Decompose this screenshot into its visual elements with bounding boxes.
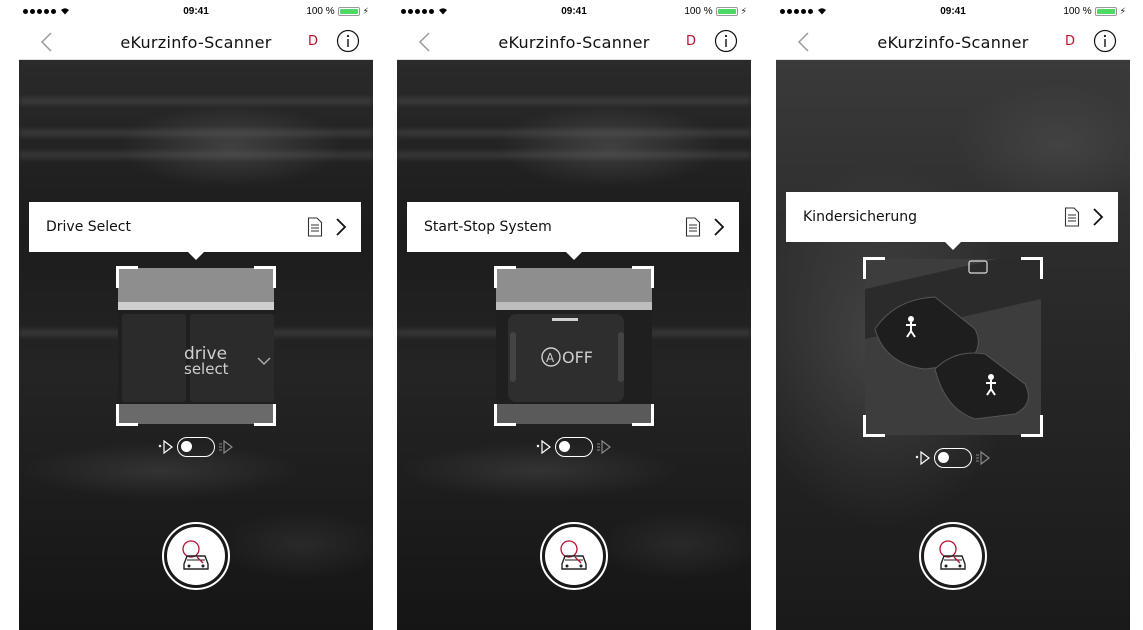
scan-preview-image: A OFF	[496, 268, 652, 424]
flash-on-icon	[219, 439, 233, 455]
scan-button[interactable]	[919, 522, 987, 590]
car-scan-icon	[939, 540, 966, 570]
nav-title: eKurzinfo-Scanner	[120, 33, 272, 52]
flash-toggle-row	[19, 436, 373, 458]
language-button[interactable]: D	[1065, 34, 1075, 49]
battery-percent: 100 %	[306, 6, 335, 17]
status-bar: 09:41 100 % ⚡	[397, 0, 751, 26]
chevron-right-icon[interactable]	[713, 217, 725, 237]
scan-button[interactable]	[162, 522, 230, 590]
popup-label: Kindersicherung	[803, 209, 917, 225]
battery-percent: 100 %	[684, 6, 713, 17]
nav-title: eKurzinfo-Scanner	[498, 33, 650, 52]
info-icon[interactable]	[1093, 29, 1117, 53]
svg-text:A: A	[546, 351, 555, 365]
phone-screen-drive-select: 09:41 100 % ⚡ eKurzinfo-Scanner D Drive …	[19, 0, 373, 630]
nav-bar: eKurzinfo-Scanner D	[19, 26, 373, 60]
scan-button[interactable]	[540, 522, 608, 590]
status-bar: 09:41 100 % ⚡	[776, 0, 1130, 26]
flash-on-icon	[597, 439, 611, 455]
document-icon[interactable]	[685, 217, 701, 237]
chevron-right-icon[interactable]	[1092, 207, 1104, 227]
flash-toggle-row	[397, 436, 751, 458]
document-icon[interactable]	[307, 217, 323, 237]
camera-view: Start-Stop System A OFF	[397, 60, 751, 630]
scan-preview-image: drive select	[118, 268, 274, 424]
scan-text-off: OFF	[562, 348, 593, 367]
scan-frame: drive select	[116, 266, 276, 426]
battery-icon	[715, 7, 738, 16]
flash-toggle[interactable]	[555, 437, 593, 457]
chevron-right-icon[interactable]	[335, 217, 347, 237]
nav-bar: eKurzinfo-Scanner D	[397, 26, 751, 60]
battery-status: 100 % ⚡	[684, 6, 747, 17]
phone-screen-kindersicherung: 09:41 100 % ⚡ eKurzinfo-Scanner D Kinder…	[776, 0, 1130, 630]
scan-frame: A OFF	[494, 266, 654, 426]
charging-icon: ⚡	[740, 6, 747, 16]
charging-icon: ⚡	[1119, 6, 1126, 16]
flash-off-icon	[915, 450, 930, 466]
info-icon[interactable]	[714, 29, 738, 53]
battery-status: 100 % ⚡	[306, 6, 369, 17]
flash-off-icon	[536, 439, 551, 455]
nav-title: eKurzinfo-Scanner	[877, 33, 1029, 52]
language-button[interactable]: D	[686, 34, 696, 49]
info-popup[interactable]: Start-Stop System	[407, 202, 739, 260]
car-scan-icon	[182, 540, 209, 570]
info-icon[interactable]	[336, 29, 360, 53]
nav-bar: eKurzinfo-Scanner D	[776, 26, 1130, 60]
scan-frame	[863, 257, 1043, 437]
charging-icon: ⚡	[362, 6, 369, 16]
phone-screen-start-stop: 09:41 100 % ⚡ eKurzinfo-Scanner D Start-…	[397, 0, 751, 630]
popup-label: Start-Stop System	[424, 219, 552, 235]
car-scan-icon	[560, 540, 587, 570]
flash-on-icon	[976, 450, 990, 466]
battery-status: 100 % ⚡	[1063, 6, 1126, 17]
scan-preview-image	[865, 259, 1041, 435]
info-popup[interactable]: Drive Select	[29, 202, 361, 260]
battery-percent: 100 %	[1063, 6, 1092, 17]
popup-label: Drive Select	[46, 219, 131, 235]
flash-toggle[interactable]	[934, 448, 972, 468]
camera-view: Drive Select drive select	[19, 60, 373, 630]
scan-text-select: select	[184, 360, 229, 378]
info-popup[interactable]: Kindersicherung	[786, 192, 1118, 250]
battery-icon	[337, 7, 360, 16]
battery-icon	[1094, 7, 1117, 16]
status-bar: 09:41 100 % ⚡	[19, 0, 373, 26]
flash-toggle[interactable]	[177, 437, 215, 457]
flash-toggle-row	[776, 447, 1130, 469]
camera-view: Kindersicherung	[776, 60, 1130, 630]
language-button[interactable]: D	[308, 34, 318, 49]
flash-off-icon	[158, 439, 173, 455]
document-icon[interactable]	[1064, 207, 1080, 227]
